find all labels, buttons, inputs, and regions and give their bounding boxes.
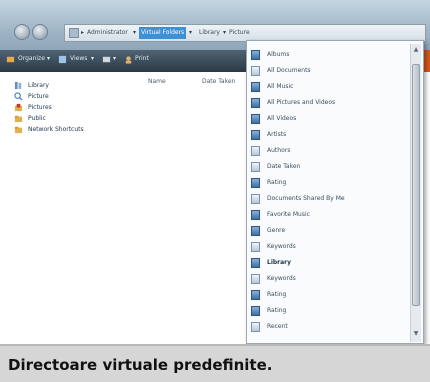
document-icon — [251, 162, 260, 172]
window-icon[interactable] — [102, 55, 111, 64]
saved-search-icon — [251, 178, 260, 188]
scroll-down-arrow-icon[interactable]: ▼ — [412, 330, 420, 338]
dropdown-item[interactable]: Keywords — [247, 239, 407, 255]
dropdown-item[interactable]: All Videos — [247, 111, 407, 127]
print-button[interactable]: Print — [135, 55, 149, 62]
chevron-right-icon: ▸ — [81, 29, 85, 36]
column-header-name[interactable]: Name — [148, 78, 166, 85]
organize-icon — [6, 56, 15, 63]
saved-search-icon — [251, 210, 260, 220]
document-icon — [251, 146, 260, 156]
column-header-date-taken[interactable]: Date Taken — [202, 78, 235, 85]
views-icon — [58, 55, 67, 64]
scrollbar-thumb[interactable] — [412, 64, 420, 306]
search-folder-icon — [14, 92, 23, 101]
dropdown-item[interactable]: Genre — [247, 223, 407, 239]
pictures-folder-icon — [14, 103, 23, 112]
views-button[interactable]: Views — [70, 55, 87, 62]
nav-item-label: Pictures — [28, 104, 52, 111]
scroll-up-arrow-icon[interactable]: ▲ — [412, 46, 420, 54]
nav-item-label: Picture — [28, 93, 49, 100]
dropdown-item[interactable]: Artists — [247, 127, 407, 143]
breadcrumb-picture[interactable]: Picture — [229, 29, 250, 36]
saved-search-icon — [251, 114, 260, 124]
saved-search-icon — [251, 98, 260, 108]
figure-caption: Directoare virtuale predefinite. — [0, 344, 430, 382]
dropdown-item[interactable]: Date Taken — [247, 159, 407, 175]
nav-item-label: Library — [28, 82, 49, 89]
dropdown-item[interactable]: Rating — [247, 303, 407, 319]
folder-icon — [14, 115, 23, 123]
dropdown-item-selected[interactable]: Library — [247, 255, 407, 271]
dropdown-item[interactable]: Rating — [247, 175, 407, 191]
caption-text: Directoare virtuale predefinite. — [8, 356, 273, 374]
dropdown-item[interactable]: Rating — [247, 287, 407, 303]
saved-search-icon — [251, 306, 260, 316]
document-icon — [251, 66, 260, 76]
dropdown-item[interactable]: All Music — [247, 79, 407, 95]
chevron-down-icon: ▾ — [91, 55, 95, 62]
dropdown-item[interactable]: Albums — [247, 47, 407, 63]
chevron-down-icon[interactable]: ▾ — [223, 29, 226, 36]
organize-button[interactable]: Organize — [18, 55, 45, 62]
nav-item-label: Public — [28, 115, 46, 122]
chevron-down-icon[interactable]: ▾ — [133, 29, 136, 36]
library-icon — [14, 81, 22, 90]
saved-search-icon — [251, 290, 260, 300]
saved-search-icon — [251, 130, 260, 140]
chevron-down-icon[interactable]: ▾ — [189, 29, 192, 36]
chevron-down-icon: ▾ — [47, 55, 51, 62]
saved-search-icon — [251, 226, 260, 236]
saved-search-icon — [251, 82, 260, 92]
document-icon — [251, 194, 260, 204]
dropdown-item[interactable]: Keywords — [247, 271, 407, 287]
dropdown-item[interactable]: Recent — [247, 319, 407, 335]
breadcrumb-library[interactable]: Library — [199, 29, 220, 36]
dropdown-item[interactable]: All Pictures and Videos — [247, 95, 407, 111]
dropdown-item[interactable]: All Documents — [247, 63, 407, 79]
document-icon — [251, 242, 260, 252]
virtual-folders-dropdown: Albums All Documents All Music All Pictu… — [246, 40, 424, 344]
navigation-pane: Library Picture Pictures Public Network … — [0, 72, 130, 344]
back-button[interactable] — [14, 24, 30, 40]
forward-button[interactable] — [32, 24, 48, 40]
computer-icon — [69, 28, 79, 38]
dropdown-scrollbar[interactable]: ▲ ▼ — [410, 44, 421, 342]
saved-search-icon — [251, 50, 260, 60]
dropdown-item[interactable]: Authors — [247, 143, 407, 159]
dropdown-item[interactable]: Documents Shared By Me — [247, 191, 407, 207]
breadcrumb-virtual-folders[interactable]: Virtual Folders — [139, 27, 187, 39]
breadcrumb-administrator[interactable]: Administrator — [87, 29, 128, 36]
user-icon — [125, 56, 132, 64]
screenshot: ▸ Administrator ▾ Virtual Folders ▾ Libr… — [0, 0, 430, 344]
library-icon — [251, 258, 260, 268]
folder-icon — [14, 126, 23, 134]
dropdown-item[interactable]: Favorite Music — [247, 207, 407, 223]
nav-item-label: Network Shortcuts — [28, 126, 84, 133]
document-icon — [251, 274, 260, 284]
chevron-down-icon[interactable]: ▾ — [113, 55, 116, 62]
document-icon — [251, 322, 260, 332]
